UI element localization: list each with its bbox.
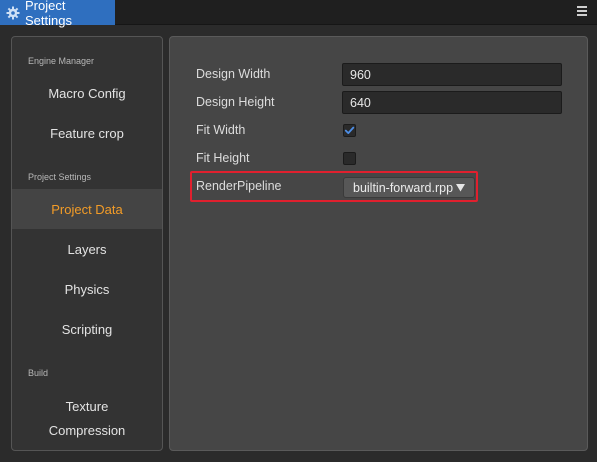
render-pipeline-select[interactable]: builtin-forward.rpp [343,177,475,198]
design-height-input[interactable] [342,91,562,114]
sidebar-item-texture-compression[interactable]: Texture Compression [12,393,162,445]
sidebar-item-feature-crop[interactable]: Feature crop [12,113,162,153]
sidebar-item-layers[interactable]: Layers [12,229,162,269]
gear-icon [6,6,20,20]
project-data-panel: Design Width Design Height Fit Width Fit… [169,36,588,451]
sidebar-item-project-data[interactable]: Project Data [12,189,162,229]
fit-height-checkbox[interactable] [343,152,356,165]
sidebar-item-label: Physics [64,281,110,297]
sidebar-item-label: Compression [48,423,126,438]
sidebar-item-label: Project Data [51,201,123,217]
fit-height-label: Fit Height [196,151,250,165]
sidebar-item-label: Layers [67,241,107,257]
section-label-engine-manager: Engine Manager [28,56,95,66]
settings-sidebar: Engine Manager Macro Config Feature crop… [11,36,163,451]
tab-title: Project Settings [25,0,72,28]
title-bar: Project Settings [0,0,597,28]
sidebar-item-label: Macro Config [48,85,126,101]
sidebar-item-label: Texture [65,399,109,414]
dropdown-arrow-icon [456,184,465,192]
fit-width-checkbox[interactable] [343,124,356,137]
fit-width-label: Fit Width [196,123,246,137]
render-pipeline-value: builtin-forward.rpp [353,180,454,195]
design-width-input[interactable] [342,63,562,86]
render-pipeline-label: RenderPipeline [196,179,282,193]
hamburger-menu-icon[interactable] [577,6,587,16]
tab-project-settings[interactable]: Project Settings [0,0,115,28]
sidebar-item-physics[interactable]: Physics [12,269,162,309]
design-width-label: Design Width [196,67,271,81]
section-label-build: Build [28,368,49,378]
sidebar-item-label: Scripting [61,321,113,337]
section-label-project-settings: Project Settings [28,172,92,182]
checkmark-icon [344,126,355,134]
sidebar-item-label: Feature crop [50,125,124,141]
sidebar-item-macro-config[interactable]: Macro Config [12,73,162,113]
sidebar-item-scripting[interactable]: Scripting [12,309,162,349]
design-height-label: Design Height [196,95,275,109]
